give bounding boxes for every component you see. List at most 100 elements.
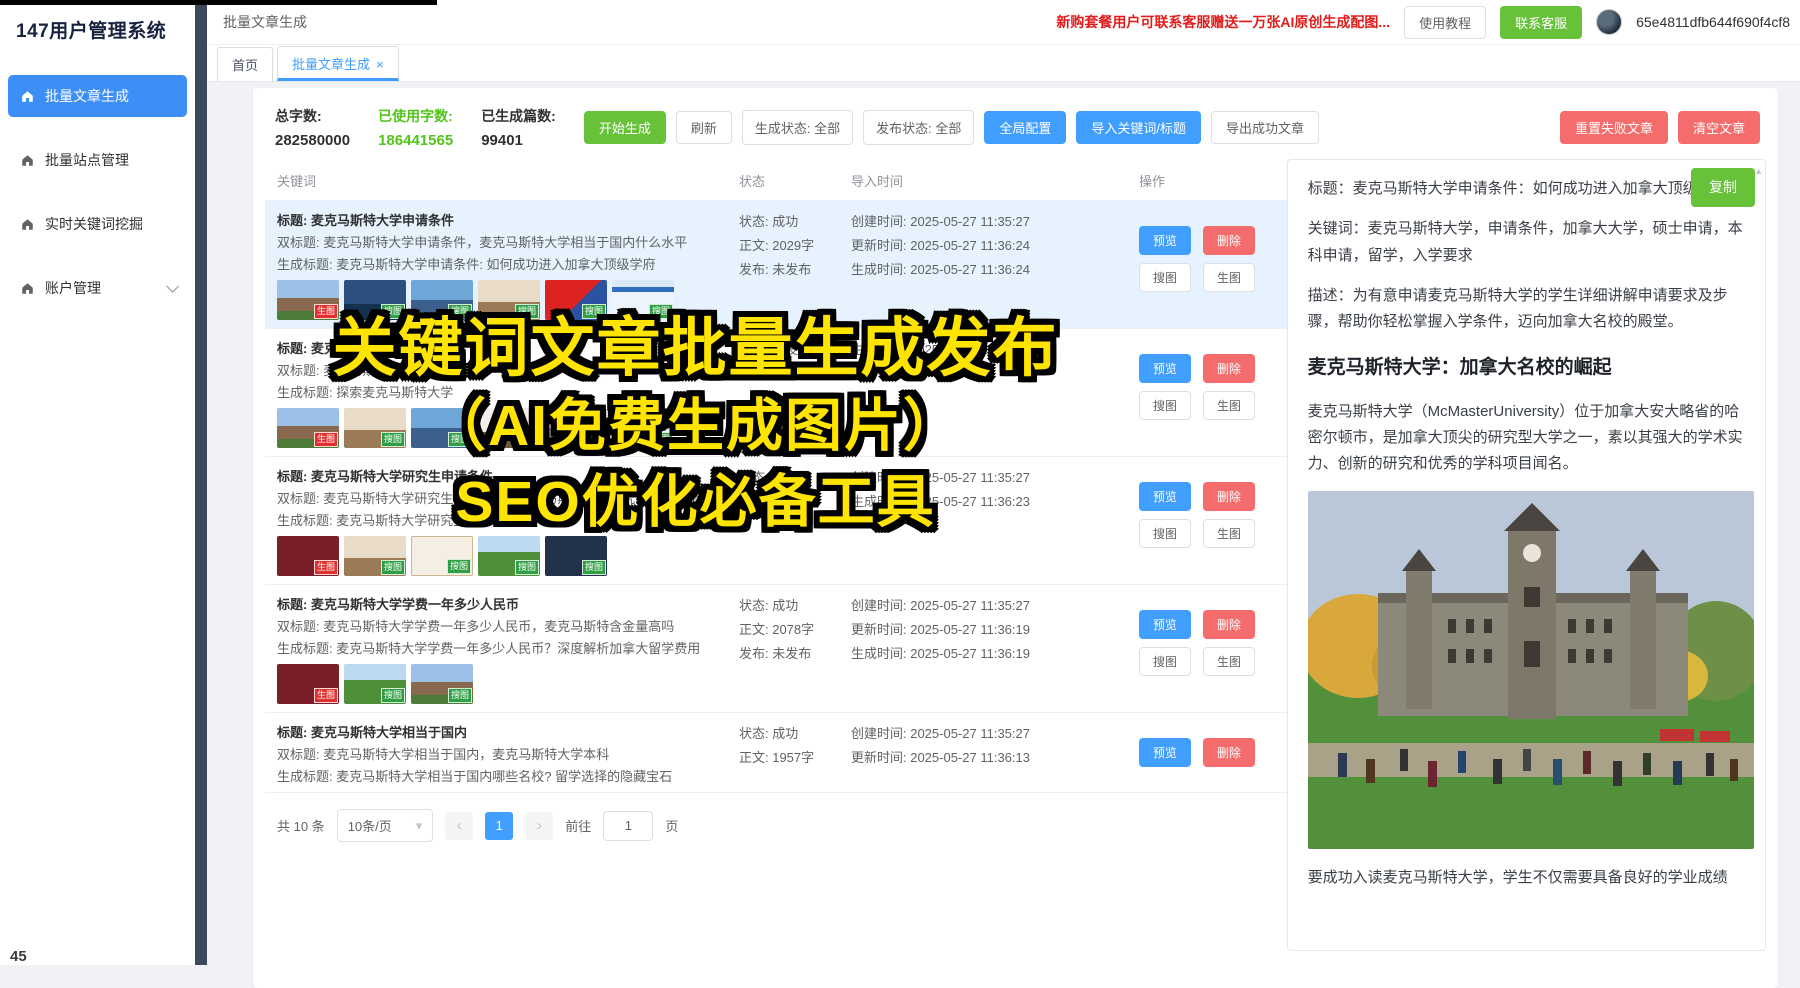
- generate-status-select[interactable]: 生成状态: 全部: [742, 110, 853, 145]
- thumb-badge: 搜图: [381, 560, 405, 575]
- article-thumbnail[interactable]: 搜图: [545, 536, 607, 576]
- article-thumbnail[interactable]: 搜图: [344, 408, 406, 448]
- article-thumbnail[interactable]: 搜图: [612, 280, 674, 320]
- search-image-button[interactable]: 搜图: [1139, 519, 1191, 548]
- goto-page-input[interactable]: [603, 811, 653, 841]
- refresh-button[interactable]: 刷新: [676, 111, 732, 144]
- import-keywords-button[interactable]: 导入关键词/标题: [1076, 111, 1201, 144]
- delete-button[interactable]: 删除: [1203, 738, 1255, 767]
- sidebar-item-batch-site[interactable]: 批量站点管理: [8, 139, 187, 181]
- row-dual-title: 双标题: 麦克马斯特大学学费一年多少人民币，麦克马斯特含金量高吗: [277, 616, 739, 638]
- thumb-badge: 搜图: [381, 304, 405, 319]
- sidebar-item-batch-article[interactable]: 批量文章生成: [8, 75, 187, 117]
- article-thumbnail[interactable]: 搜图: [344, 280, 406, 320]
- article-thumbnail[interactable]: 搜图: [411, 536, 473, 576]
- thumb-badge: 搜图: [381, 432, 405, 447]
- generate-image-button[interactable]: 生图: [1203, 391, 1255, 420]
- close-icon[interactable]: ×: [376, 57, 384, 72]
- stats-toolbar: 总字数: 282580000 已使用字数: 186441565 已生成篇数: 9…: [253, 88, 1778, 159]
- table-row[interactable]: 标题: 麦克马斯特大学研究生申请条件 双标题: 麦克马斯特大学研究生申请条件，麦…: [265, 457, 1287, 585]
- per-page-select[interactable]: 10条/页 ▾: [337, 809, 434, 842]
- tab-home[interactable]: 首页: [217, 47, 273, 81]
- row-dual-title: 双标题: 麦克马斯特大学申请条件，麦克马斯特大学相当于国内什么水平: [277, 232, 739, 254]
- thumb-badge: 搜图: [515, 432, 539, 447]
- generate-image-button[interactable]: 生图: [1203, 263, 1255, 292]
- prev-page-button[interactable]: ‹: [445, 812, 473, 840]
- sidebar: 147用户管理系统 批量文章生成 批量站点管理 实时关键词挖掘 账户管理: [0, 0, 195, 965]
- thumb-badge: 搜图: [515, 304, 539, 319]
- sidebar-item-label: 账户管理: [45, 278, 101, 298]
- user-id: 65e4811dfb644f690f4cf8: [1636, 14, 1790, 30]
- thumb-badge: 搜图: [582, 304, 606, 319]
- thumb-badge: 生图: [314, 432, 338, 447]
- start-generate-button[interactable]: 开始生成: [584, 111, 666, 144]
- article-thumbnail[interactable]: 生图: [277, 664, 339, 704]
- preview-button[interactable]: 预览: [1139, 738, 1191, 767]
- publish-status-select[interactable]: 发布状态: 全部: [863, 110, 974, 145]
- article-thumbnail[interactable]: 搜图: [478, 408, 540, 448]
- reset-failed-button[interactable]: 重置失败文章: [1560, 111, 1668, 144]
- article-thumbnail[interactable]: 搜图: [545, 280, 607, 320]
- sidebar-menu: 批量文章生成 批量站点管理 实时关键词挖掘 账户管理: [0, 75, 195, 309]
- preview-button[interactable]: 预览: [1139, 226, 1191, 255]
- article-thumbnail[interactable]: 生图: [277, 408, 339, 448]
- preview-button[interactable]: 预览: [1139, 354, 1191, 383]
- table-row[interactable]: 标题: 麦克马斯特大学 双标题: 麦克马斯特大 生成标题: 探索麦克马斯特大学 …: [265, 329, 1287, 457]
- pagination-total: 共 10 条: [277, 816, 325, 835]
- preview-button[interactable]: 预览: [1139, 482, 1191, 511]
- thumb-badge: 搜图: [649, 304, 673, 319]
- article-thumbnail[interactable]: 搜图: [411, 280, 473, 320]
- thumb-badge: 搜图: [448, 432, 472, 447]
- row-wordcount: 正文: 1957字: [739, 746, 851, 770]
- row-title: 标题: 麦克马斯特大学相当于国内: [277, 722, 739, 744]
- search-image-button[interactable]: 搜图: [1139, 391, 1191, 420]
- tab-batch-article[interactable]: 批量文章生成×: [277, 46, 399, 81]
- delete-button[interactable]: 删除: [1203, 354, 1255, 383]
- stat-used-words: 已使用字数: 186441565: [378, 106, 453, 149]
- thumb-badge: 搜图: [448, 304, 472, 319]
- article-thumbnail[interactable]: 搜图: [612, 408, 674, 448]
- article-thumbnail[interactable]: 搜图: [478, 280, 540, 320]
- sidebar-item-account[interactable]: 账户管理: [8, 267, 187, 309]
- table-row[interactable]: 标题: 麦克马斯特大学申请条件 双标题: 麦克马斯特大学申请条件，麦克马斯特大学…: [265, 201, 1287, 329]
- table-header-row: 关键词 状态 导入时间 操作: [265, 159, 1287, 201]
- row-created: 创建时间: 2025-05-27 11:35:27: [851, 722, 1139, 746]
- article-thumbnail[interactable]: 生图: [277, 280, 339, 320]
- sidebar-item-keyword-mining[interactable]: 实时关键词挖掘: [8, 203, 187, 245]
- article-thumbnail[interactable]: 搜图: [344, 664, 406, 704]
- thumb-badge: 生图: [314, 304, 338, 319]
- table-row[interactable]: 标题: 麦克马斯特大学相当于国内 双标题: 麦克马斯特大学相当于国内，麦克马斯特…: [265, 713, 1287, 793]
- article-thumbnail[interactable]: 搜图: [411, 408, 473, 448]
- article-thumbnail[interactable]: 生图: [277, 536, 339, 576]
- generate-image-button[interactable]: 生图: [1203, 519, 1255, 548]
- search-image-button[interactable]: 搜图: [1139, 263, 1191, 292]
- article-thumbnail[interactable]: 搜图: [411, 664, 473, 704]
- promo-notice[interactable]: 新购套餐用户可联系客服赠送一万张AI原创生成配图...: [1056, 12, 1390, 32]
- delete-button[interactable]: 删除: [1203, 482, 1255, 511]
- page-number-button[interactable]: 1: [485, 812, 513, 840]
- contact-support-button[interactable]: 联系客服: [1500, 6, 1582, 39]
- search-image-button[interactable]: 搜图: [1139, 647, 1191, 676]
- delete-button[interactable]: 删除: [1203, 226, 1255, 255]
- clear-articles-button[interactable]: 清空文章: [1678, 111, 1760, 144]
- delete-button[interactable]: 删除: [1203, 610, 1255, 639]
- preview-button[interactable]: 预览: [1139, 610, 1191, 639]
- table-row[interactable]: 标题: 麦克马斯特大学学费一年多少人民币 双标题: 麦克马斯特大学学费一年多少人…: [265, 585, 1287, 713]
- copy-button[interactable]: 复制: [1691, 168, 1755, 207]
- row-gen-time: 生成时间: 2025-05-27 11:36:24: [851, 258, 1139, 282]
- article-thumbnail[interactable]: 搜图: [545, 408, 607, 448]
- article-thumbnail[interactable]: 搜图: [478, 536, 540, 576]
- export-success-button[interactable]: 导出成功文章: [1211, 111, 1319, 144]
- global-config-button[interactable]: 全局配置: [984, 111, 1066, 144]
- generate-image-button[interactable]: 生图: [1203, 647, 1255, 676]
- next-page-button[interactable]: ›: [525, 812, 553, 840]
- article-thumbnail[interactable]: 搜图: [344, 536, 406, 576]
- campus-photo: [1308, 491, 1754, 849]
- scroll-up-icon[interactable]: ▲: [1754, 164, 1763, 180]
- tutorial-button[interactable]: 使用教程: [1404, 6, 1486, 39]
- row-title: 标题: 麦克马斯特大学学费一年多少人民币: [277, 594, 739, 616]
- sidebar-item-label: 实时关键词挖掘: [45, 214, 143, 234]
- col-time: 导入时间: [851, 171, 1139, 190]
- avatar[interactable]: [1596, 9, 1622, 35]
- stat-total-words: 总字数: 282580000: [275, 106, 350, 149]
